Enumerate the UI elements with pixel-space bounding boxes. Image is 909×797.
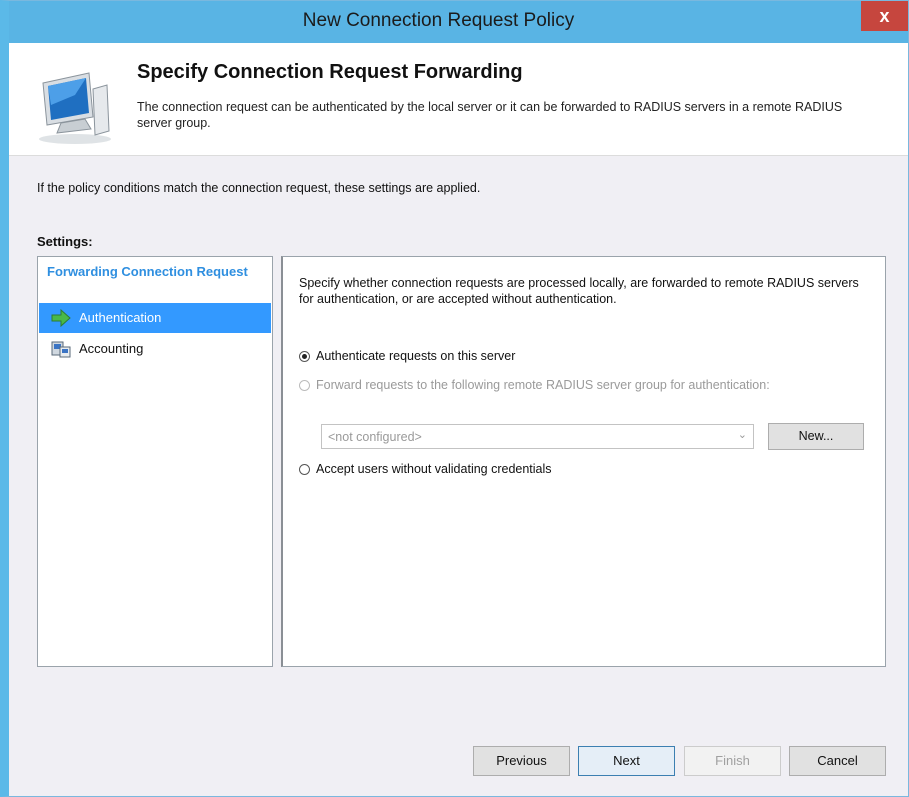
- computer-icon: [39, 72, 111, 144]
- next-button[interactable]: Next: [578, 746, 675, 776]
- accounting-icon: [51, 341, 71, 358]
- dialog-window: New Connection Request Policy x Specify …: [0, 0, 909, 797]
- close-button[interactable]: x: [861, 1, 908, 31]
- window-title: New Connection Request Policy: [302, 10, 575, 31]
- radio-button[interactable]: [299, 464, 310, 476]
- sidebar-item-accounting[interactable]: Accounting: [39, 334, 271, 364]
- intro-text: If the policy conditions match the conne…: [37, 181, 481, 195]
- settings-label: Settings:: [37, 234, 93, 249]
- wizard-header: Specify Connection Request Forwarding Th…: [9, 43, 908, 156]
- new-server-group-button[interactable]: New...: [768, 423, 864, 450]
- previous-button[interactable]: Previous: [473, 746, 570, 776]
- select-value: <not configured>: [328, 430, 422, 444]
- radio-label: Accept users without validating credenti…: [316, 462, 552, 476]
- chevron-down-icon: ⌄: [737, 429, 747, 441]
- green-arrow-icon: [51, 309, 71, 327]
- radio-forward-requests[interactable]: Forward requests to the following remote…: [299, 378, 770, 392]
- settings-panel: Specify whether connection requests are …: [281, 256, 886, 667]
- page-title: Specify Connection Request Forwarding: [137, 61, 523, 83]
- category-heading: Forwarding Connection Request: [47, 264, 248, 279]
- radio-accept-without-validation[interactable]: Accept users without validating credenti…: [299, 462, 552, 476]
- sidebar-item-label: Accounting: [79, 341, 144, 356]
- cancel-button[interactable]: Cancel: [789, 746, 886, 776]
- radio-label: Authenticate requests on this server: [316, 349, 516, 363]
- sidebar-item-label: Authentication: [79, 310, 162, 325]
- radio-button[interactable]: [299, 351, 310, 363]
- radio-label: Forward requests to the following remote…: [316, 378, 770, 392]
- server-group-select[interactable]: <not configured> ⌄: [321, 424, 754, 449]
- finish-button[interactable]: Finish: [684, 746, 781, 776]
- radio-authenticate-locally[interactable]: Authenticate requests on this server: [299, 349, 515, 363]
- title-bar[interactable]: New Connection Request Policy x: [9, 1, 908, 43]
- settings-list: Forwarding Connection Request Authentica…: [37, 256, 273, 667]
- sidebar-item-authentication[interactable]: Authentication: [39, 303, 271, 333]
- page-description: The connection request can be authentica…: [137, 100, 843, 130]
- panel-description: Specify whether connection requests are …: [299, 276, 859, 306]
- radio-button[interactable]: [299, 380, 310, 392]
